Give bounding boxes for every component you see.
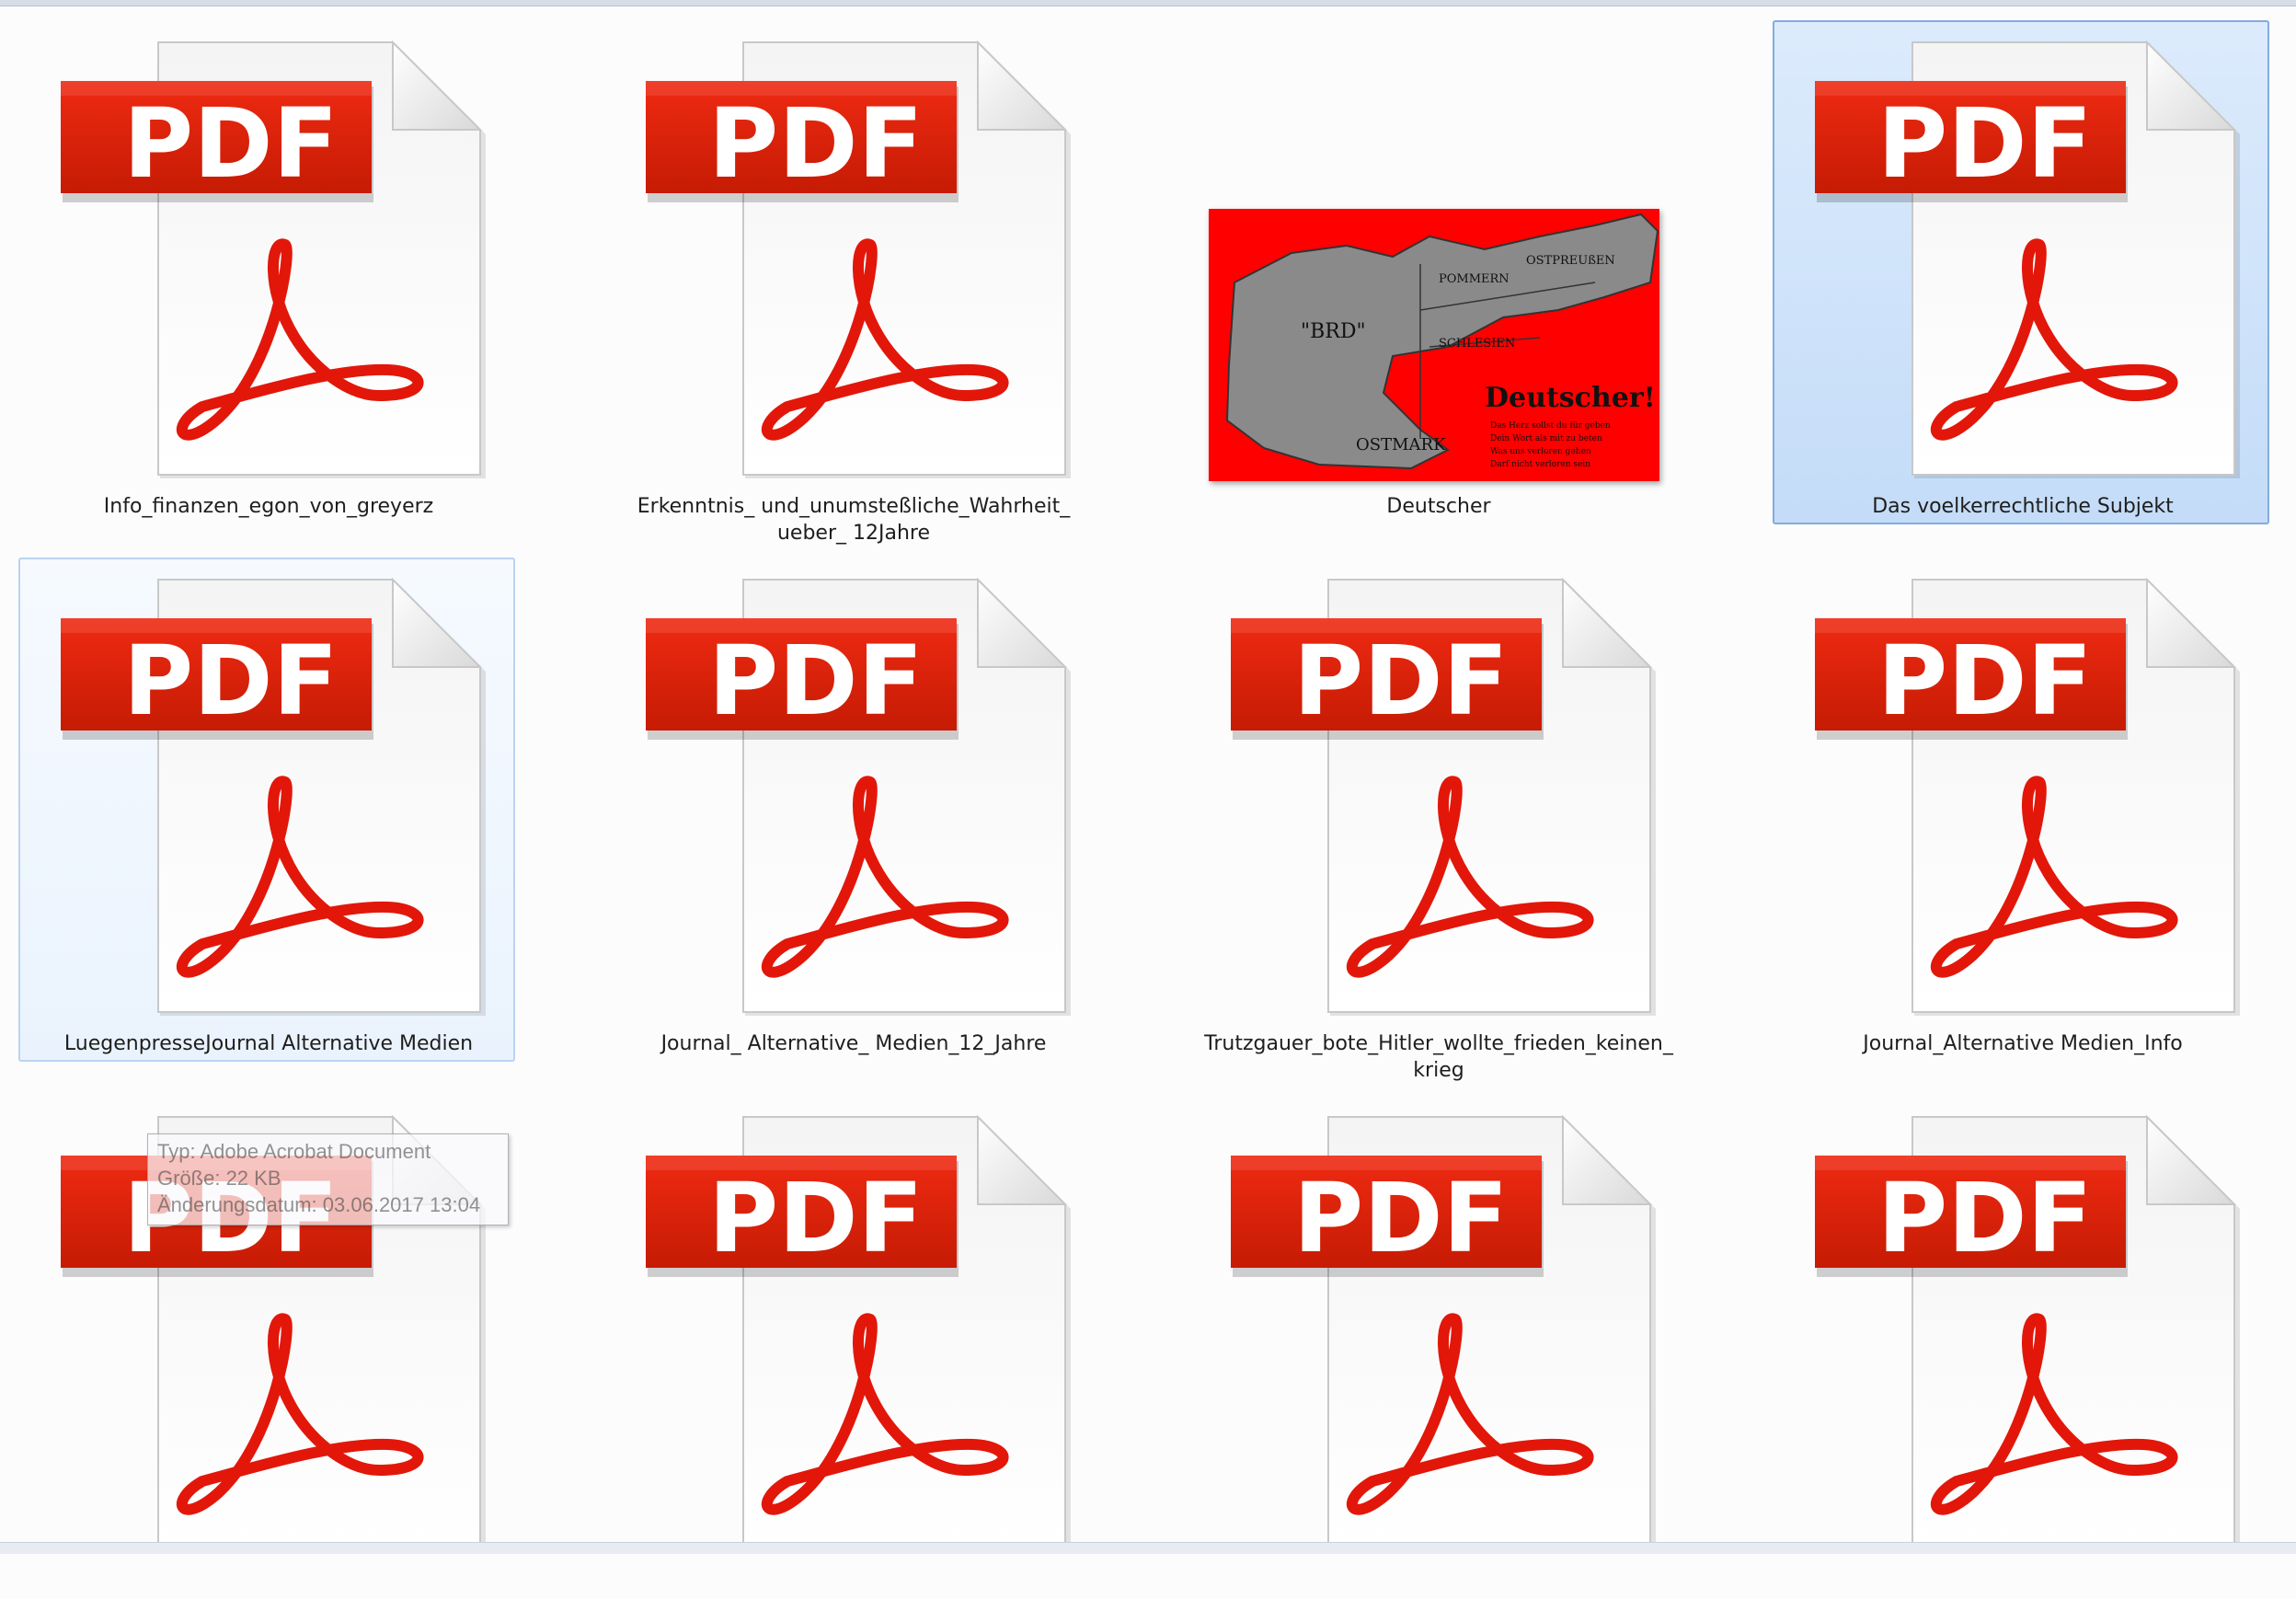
pdf-badge-text: PDF	[1877, 87, 2093, 200]
image-thumbnail: "BRD" POMMERN OSTPREUßEN SCHLESIEN OSTMARK De…	[1209, 209, 1659, 481]
pdf-file-icon: PDF	[61, 40, 486, 478]
file-item-pdf[interactable]: PDF	[1188, 1095, 1685, 1599]
thumbnail-caption-line: Dein Wort als mit zu beten	[1490, 434, 1602, 443]
map-label: POMMERN	[1439, 272, 1510, 286]
pdf-thumbnail: PDF	[624, 1114, 1084, 1557]
thumbnail-caption-line: Das Herz sollst du für geben	[1490, 421, 1611, 431]
pdf-file-icon: PDF	[1231, 1114, 1656, 1553]
pdf-thumbnail: PDF	[39, 577, 499, 1019]
file-name-label: Journal_ Alternative_ Medien_12_Jahre	[660, 1032, 1047, 1055]
file-item-pdf[interactable]: PDF Erkenntnis_ und_unumsteßliche_Wahrhei…	[603, 20, 1100, 545]
file-item-pdf[interactable]: PDF Journal_Alternative Medien_Info	[1773, 558, 2269, 1062]
pdf-badge-text: PDF	[1877, 625, 2093, 737]
pdf-thumbnail: PDF	[624, 40, 1084, 482]
file-item-pdf[interactable]: PDF Info_finanzen_egon_von_greyerz	[18, 20, 515, 524]
file-name-label: Trutzgauer_bote_Hitler_wollte_frieden_ke…	[1204, 1032, 1673, 1082]
file-item-pdf[interactable]: PDF	[1773, 1095, 2269, 1599]
file-name-label: Erkenntnis_ und_unumsteßliche_Wahrheit_ …	[637, 495, 1071, 545]
pdf-thumbnail: PDF	[1209, 1114, 1669, 1557]
thumbnail-caption-line: Darf nicht verloren sein	[1490, 460, 1590, 469]
thumbnail-caption-line: Was uns verloren gehen	[1490, 447, 1591, 456]
pdf-badge-text: PDF	[123, 625, 339, 737]
pdf-badge-text: PDF	[708, 625, 924, 737]
pdf-badge-text: PDF	[1877, 1162, 2093, 1274]
pdf-file-icon: PDF	[1815, 1114, 2240, 1553]
file-item-pdf[interactable]: PDF Trutzgauer_bote_Hitler_wollte_frieden…	[1188, 558, 1685, 1082]
file-name-label: Deutscher	[1386, 495, 1491, 518]
map-image-thumbnail: "BRD" POMMERN OSTPREUßEN SCHLESIEN OSTMARK De…	[1209, 209, 1659, 481]
file-item-image[interactable]: "BRD" POMMERN OSTPREUßEN SCHLESIEN OSTMARK De…	[1188, 20, 1685, 524]
pdf-badge-text: PDF	[708, 87, 924, 200]
pdf-file-icon: PDF	[646, 40, 1071, 478]
file-tooltip: Typ: Adobe Acrobat Document Größe: 22 KB…	[147, 1133, 509, 1225]
pdf-thumbnail: PDF	[1793, 577, 2253, 1019]
pdf-thumbnail: PDF	[39, 40, 499, 482]
pdf-file-icon: PDF	[646, 577, 1071, 1016]
map-label: OSTMARK	[1356, 435, 1446, 454]
pdf-file-icon: PDF	[1231, 577, 1656, 1016]
pdf-badge-text: PDF	[1293, 625, 1509, 737]
pdf-thumbnail: PDF	[1793, 40, 2253, 482]
pdf-file-icon: PDF	[1815, 577, 2240, 1016]
tooltip-type: Typ: Adobe Acrobat Document	[157, 1140, 431, 1163]
map-label: "BRD"	[1301, 320, 1366, 343]
pdf-file-icon: PDF	[61, 577, 486, 1016]
file-name-label: Das voelkerrechtliche Subjekt	[1872, 495, 2174, 518]
file-item-pdf[interactable]: PDF	[603, 1095, 1100, 1599]
file-item-pdf[interactable]: PDF Das voelkerrechtliche Subjekt	[1773, 20, 2269, 524]
pdf-thumbnail: PDF	[1209, 577, 1669, 1019]
thumbnail-title: Deutscher!	[1485, 382, 1656, 414]
file-name-label: Journal_Alternative Medien_Info	[1863, 1032, 2183, 1055]
tooltip-size: Größe: 22 KB	[157, 1167, 281, 1190]
pdf-thumbnail: PDF	[1793, 1114, 2253, 1557]
file-grid: PDF Info_finanzen_egon_von_greyerz PDF Erke…	[0, 0, 2296, 1554]
file-name-label: Info_finanzen_egon_von_greyerz	[103, 495, 434, 518]
map-label: OSTPREUßEN	[1526, 254, 1615, 268]
pdf-thumbnail: PDF	[624, 577, 1084, 1019]
pdf-badge-text: PDF	[1293, 1162, 1509, 1274]
window-bottom-edge	[0, 1542, 2296, 1554]
tooltip-date: Änderungsdatum: 03.06.2017 13:04	[157, 1193, 481, 1216]
file-item-pdf[interactable]: PDF Journal_ Alternative_ Medien_12_Jahre	[603, 558, 1100, 1062]
pdf-file-icon: PDF	[1815, 40, 2240, 478]
file-name-label: LuegenpresseJournal Alternative Medien	[63, 1032, 474, 1055]
pdf-badge-text: PDF	[708, 1162, 924, 1274]
pdf-badge-text: PDF	[123, 87, 339, 200]
map-label: SCHLESIEN	[1439, 337, 1515, 351]
pdf-file-icon: PDF	[646, 1114, 1071, 1553]
file-item-pdf[interactable]: PDF LuegenpresseJournal Alternative Medie…	[18, 558, 515, 1062]
